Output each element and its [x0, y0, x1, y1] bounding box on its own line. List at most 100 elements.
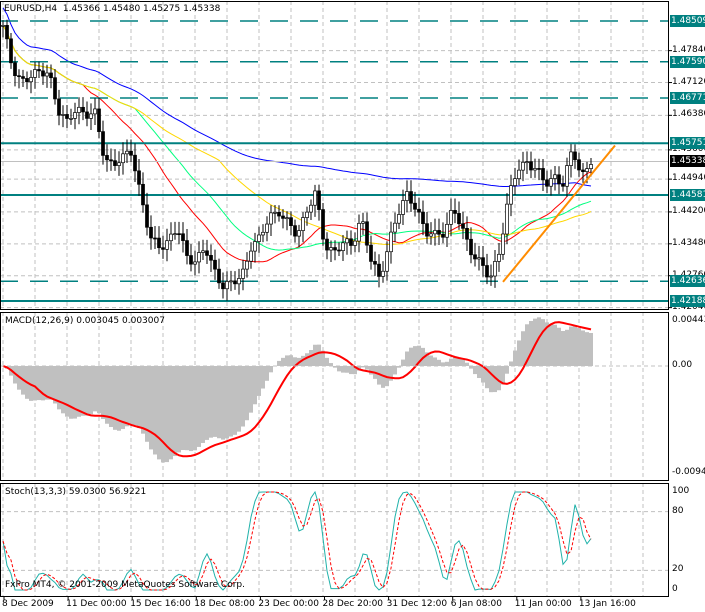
macd-histogram-bar: [141, 366, 145, 434]
stoch-title: Stoch(13,3,3) 59.0300 56.9221: [5, 487, 147, 497]
candle-body: [29, 77, 33, 83]
candle-body: [193, 261, 197, 265]
macd-histogram-bar: [509, 361, 513, 366]
candle-body: [385, 251, 389, 272]
open: 1.45366: [62, 4, 101, 14]
candle-body: [169, 233, 173, 242]
macd-histogram-bar: [177, 366, 181, 453]
candle-body: [501, 233, 505, 255]
candle-body: [517, 169, 521, 180]
candle-body: [185, 240, 189, 256]
candle-body: [525, 161, 529, 164]
macd-histogram-bar: [137, 366, 141, 429]
macd-histogram-bar: [149, 366, 153, 450]
stoch-main-line: [2, 490, 592, 591]
macd-histogram-bar: [445, 361, 449, 366]
candle-body: [69, 118, 73, 120]
macd-histogram-bar: [569, 326, 573, 366]
candle-body: [389, 231, 393, 253]
macd-histogram-bar: [553, 324, 557, 366]
candle-body: [73, 112, 77, 119]
macd-histogram-bar: [497, 366, 501, 391]
symbol: EURUSD,H4: [4, 4, 58, 14]
candle-body: [365, 221, 369, 246]
candle-body: [49, 72, 53, 79]
current-price-tag: 1.45338: [670, 155, 705, 168]
macd-histogram-bar: [213, 366, 217, 437]
price-axis-label: 1.47120: [672, 76, 705, 87]
candle-body: [137, 170, 141, 185]
macd-histogram-bar: [61, 366, 65, 414]
macd-histogram-bar: [409, 347, 413, 366]
macd-histogram-bar: [89, 366, 93, 415]
level-price-tag: 1.46771: [670, 92, 705, 104]
macd-histogram-bar: [73, 366, 77, 419]
price-axis-label: 1.44940: [672, 173, 705, 184]
candle-body: [33, 69, 37, 78]
candle-body: [357, 222, 361, 242]
macd-histogram-bar: [449, 358, 453, 366]
macd-histogram-bar: [157, 366, 161, 460]
candle-body: [9, 38, 13, 64]
candle-body: [177, 233, 181, 236]
candle-body: [305, 211, 309, 218]
candle-body: [557, 174, 561, 185]
candle-body: [37, 69, 41, 72]
price-axis-label: 1.43480: [672, 237, 705, 248]
chart-canvas[interactable]: [0, 0, 705, 612]
moving-average-line: [2, 25, 592, 251]
candle-body: [477, 257, 481, 260]
macd-histogram-bar: [245, 366, 249, 421]
candle-body: [249, 250, 253, 262]
candle-body: [173, 233, 177, 236]
candle-body: [241, 268, 245, 279]
macd-histogram-bar: [197, 366, 201, 447]
time-axis-label: 15 Dec 16:00: [130, 599, 191, 609]
macd-histogram-bar: [289, 355, 293, 366]
macd-histogram-bar: [433, 357, 437, 366]
candle-body: [369, 244, 373, 262]
candle-body: [569, 151, 573, 166]
time-axis-label: 11 Dec 00:00: [66, 599, 127, 609]
candle-body: [109, 159, 113, 162]
candle-body: [401, 200, 405, 215]
candle-body: [77, 106, 81, 113]
candle-body: [181, 233, 185, 241]
macd-histogram-bar: [541, 319, 545, 366]
macd-histogram-bar: [85, 366, 89, 416]
candle-body: [521, 161, 525, 171]
macd-histogram-bar: [369, 366, 373, 375]
macd-histogram-bar: [277, 360, 281, 366]
macd-histogram-bar: [253, 366, 257, 405]
candle-body: [277, 211, 281, 217]
candle-body: [325, 238, 329, 251]
candle-body: [225, 281, 229, 290]
macd-histogram-bar: [413, 346, 417, 366]
candle-body: [429, 233, 433, 237]
macd-histogram-bar: [269, 366, 273, 373]
candle-body: [289, 217, 293, 227]
candle-body: [153, 237, 157, 240]
candle-body: [41, 70, 45, 77]
candle-body: [165, 240, 169, 250]
candle-body: [285, 217, 289, 220]
macd-histogram-bar: [201, 366, 205, 443]
macd-histogram-bar: [81, 366, 85, 416]
macd-histogram-bar: [121, 366, 125, 429]
stoch-axis-label: 20: [672, 564, 684, 575]
macd-histogram-bar: [441, 362, 445, 366]
candle-body: [421, 211, 425, 225]
candle-body: [293, 225, 297, 237]
macd-histogram-bar: [189, 366, 193, 452]
stoch-axis-label: 80: [672, 505, 684, 516]
price-axis-label: 1.47840: [672, 44, 705, 55]
macd-histogram-bar: [209, 366, 213, 438]
mt4-chart-window: EURUSD,H4 1.45366 1.45480 1.45275 1.4533…: [0, 0, 705, 612]
candle-body: [133, 154, 137, 172]
macd-histogram-bar: [221, 366, 225, 440]
candle-body: [81, 106, 85, 113]
candle-body: [257, 234, 261, 242]
candle-body: [97, 108, 101, 132]
level-price-tag: 1.42636: [670, 275, 705, 288]
candle-body: [437, 230, 441, 235]
